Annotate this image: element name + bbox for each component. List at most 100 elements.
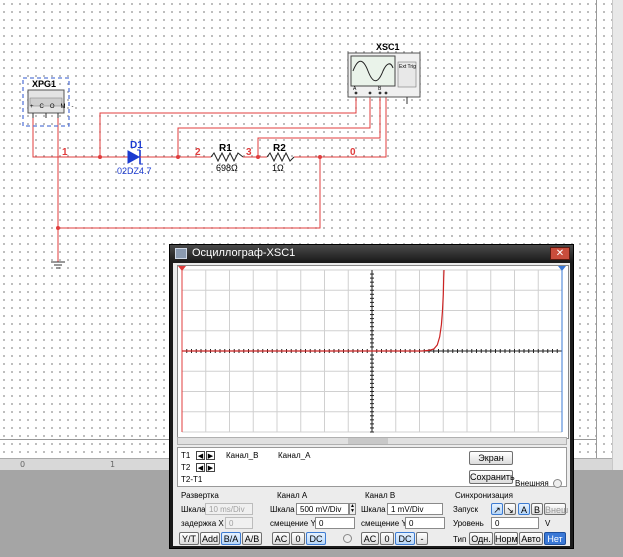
channel-b-scale-label: Шкала bbox=[361, 505, 386, 514]
ground-icon[interactable] bbox=[51, 261, 65, 269]
close-icon[interactable]: ✕ bbox=[550, 247, 570, 260]
readout-col-channel-b: Канал_B bbox=[226, 451, 259, 460]
channel-b-group-label: Канал B bbox=[365, 491, 396, 500]
channel-a-dc-button[interactable]: DC bbox=[306, 532, 326, 545]
channel-a-scale-label: Шкала bbox=[270, 505, 295, 514]
channel-b-ac-button[interactable]: AC bbox=[361, 532, 379, 545]
wire-net-1 bbox=[32, 118, 128, 158]
net-label-3: 3 bbox=[246, 147, 252, 158]
trigger-falling-edge-icon[interactable]: ↘ bbox=[504, 503, 516, 515]
trigger-type-single-button[interactable]: Одн. bbox=[469, 532, 493, 545]
xsc1-ext-trig-label: Ext Trig bbox=[399, 64, 416, 70]
resistor-r2-ref: R2 bbox=[273, 143, 286, 154]
trigger-type-label: Тип bbox=[453, 535, 467, 544]
external-label: Внешняя bbox=[515, 479, 549, 488]
resistor-r1-symbol[interactable] bbox=[210, 151, 244, 163]
t1-right-arrow-icon[interactable]: ▶ bbox=[206, 451, 215, 460]
trigger-rising-edge-icon[interactable]: ↗ bbox=[491, 503, 503, 515]
screen-button[interactable]: Экран bbox=[469, 451, 513, 465]
net-label-1: 1 bbox=[62, 147, 68, 158]
oscilloscope-window[interactable]: Осциллограф-XSC1 ✕ T1 ◀ ▶ T2 ◀ ▶ T2-T1 К… bbox=[169, 244, 574, 549]
timebase-xoffset-label: задержка X bbox=[181, 519, 224, 528]
channel-a-ac-button[interactable]: AC bbox=[272, 532, 290, 545]
resistor-r2-symbol[interactable] bbox=[266, 151, 295, 163]
xsc1-label: XSC1 bbox=[376, 42, 400, 52]
trigger-group-label: Синхронизация bbox=[455, 491, 513, 500]
trigger-level-input[interactable]: 0 bbox=[491, 517, 539, 529]
channel-b-scale-input[interactable]: 1 mV/Div bbox=[387, 503, 443, 515]
oscilloscope-trace-plot bbox=[178, 266, 566, 436]
junction-dot bbox=[98, 155, 102, 159]
mode-ba-button[interactable]: B/A bbox=[221, 532, 241, 545]
xpg1-label: XPG1 bbox=[32, 79, 57, 89]
xpg1-terminal-plus: + bbox=[30, 104, 40, 110]
readout-t2-t1-label: T2-T1 bbox=[181, 475, 203, 484]
timebase-scale-label: Шкала bbox=[181, 505, 206, 514]
diode-d1-ref: D1 bbox=[130, 140, 143, 151]
canvas-vertical-scrollbar[interactable] bbox=[612, 0, 623, 470]
t1-left-arrow-icon[interactable]: ◀ bbox=[196, 451, 205, 460]
channel-b-offset-label: смещение Y bbox=[361, 519, 407, 528]
diode-d1-model: 02DZ4.7 bbox=[117, 166, 152, 176]
t2-right-arrow-icon[interactable]: ▶ bbox=[206, 463, 215, 472]
trigger-source-b-button[interactable]: B bbox=[531, 503, 543, 515]
resistor-r1-ref: R1 bbox=[219, 143, 232, 154]
save-button[interactable]: Сохранить bbox=[469, 470, 515, 484]
t2-left-arrow-icon[interactable]: ◀ bbox=[196, 463, 205, 472]
scrollbar-thumb[interactable] bbox=[348, 438, 388, 444]
xpg1-terminal-labels: +COM- bbox=[30, 104, 80, 110]
channel-a-radio[interactable] bbox=[343, 534, 352, 543]
readout-t2-label: T2 bbox=[181, 463, 191, 472]
wires bbox=[32, 95, 387, 262]
trigger-type-normal-button[interactable]: Норм bbox=[494, 532, 518, 545]
readout-t1-label: T1 bbox=[181, 451, 191, 460]
mode-yt-button[interactable]: Y/T bbox=[179, 532, 199, 545]
timebase-group-label: Развертка bbox=[181, 491, 219, 500]
channel-a-zero-button[interactable]: 0 bbox=[291, 532, 305, 545]
timebase-scale-input[interactable]: 10 ms/Div bbox=[205, 503, 253, 515]
net-label-0: 0 bbox=[350, 147, 356, 158]
resistor-r1-value: 698Ω bbox=[216, 163, 238, 173]
trigger-source-a-button[interactable]: A bbox=[518, 503, 530, 515]
junction-dot bbox=[56, 226, 60, 230]
oscilloscope-window-icon bbox=[175, 248, 187, 259]
trigger-edge-label: Запуск bbox=[453, 505, 479, 514]
net-label-2: 2 bbox=[195, 147, 201, 158]
trigger-level-unit: V bbox=[545, 519, 551, 528]
junction-dot bbox=[176, 155, 180, 159]
screen-horizontal-scrollbar[interactable] bbox=[177, 437, 567, 445]
mode-add-button[interactable]: Add bbox=[200, 532, 220, 545]
oscilloscope-body: T1 ◀ ▶ T2 ◀ ▶ T2-T1 Канал_B Канал_A Экра… bbox=[173, 263, 570, 546]
channel-b-offset-input[interactable]: 0 bbox=[405, 517, 445, 529]
resistor-r2-value: 1Ω bbox=[272, 163, 284, 173]
oscilloscope-screen[interactable] bbox=[177, 265, 569, 439]
timebase-xoffset-input[interactable]: 0 bbox=[225, 517, 253, 529]
channel-b-invert-button[interactable]: - bbox=[416, 532, 428, 545]
junction-dot bbox=[318, 155, 322, 159]
oscilloscope-window-title: Осциллограф-XSC1 bbox=[192, 247, 296, 259]
trigger-source-ext-button[interactable]: Внеш bbox=[544, 503, 568, 515]
diode-d1-symbol[interactable] bbox=[127, 149, 146, 165]
channel-a-offset-input[interactable]: 0 bbox=[315, 517, 355, 529]
channel-b-zero-button[interactable]: 0 bbox=[380, 532, 394, 545]
oscilloscope-titlebar[interactable]: Осциллограф-XSC1 ✕ bbox=[170, 245, 573, 262]
ruler-tick: 1 bbox=[110, 460, 116, 469]
channel-b-dc-button[interactable]: DC bbox=[395, 532, 415, 545]
channel-a-offset-label: смещение Y bbox=[270, 519, 316, 528]
xsc1-channel-b-label: B bbox=[378, 86, 382, 92]
junction-dot bbox=[256, 155, 260, 159]
wire-net-0 bbox=[294, 95, 387, 158]
oscilloscope-xsc1[interactable] bbox=[347, 52, 421, 104]
channel-a-group-label: Канал A bbox=[277, 491, 308, 500]
xsc1-channel-a-label: A bbox=[353, 86, 357, 92]
xpg1-terminal-minus: - bbox=[71, 104, 80, 110]
trigger-type-auto-button[interactable]: Авто bbox=[519, 532, 543, 545]
channel-a-scale-input[interactable]: 500 mV/Div bbox=[296, 503, 349, 515]
ruler-tick: 0 bbox=[20, 460, 26, 469]
readout-col-channel-a: Канал_A bbox=[278, 451, 311, 460]
channel-a-scale-spinner[interactable]: ▲ ▼ bbox=[349, 503, 356, 515]
external-radio[interactable] bbox=[553, 479, 562, 488]
trigger-type-none-button[interactable]: Нет bbox=[544, 532, 566, 545]
xpg1-terminal-com: COM bbox=[39, 104, 72, 110]
mode-ab-button[interactable]: A/B bbox=[242, 532, 262, 545]
